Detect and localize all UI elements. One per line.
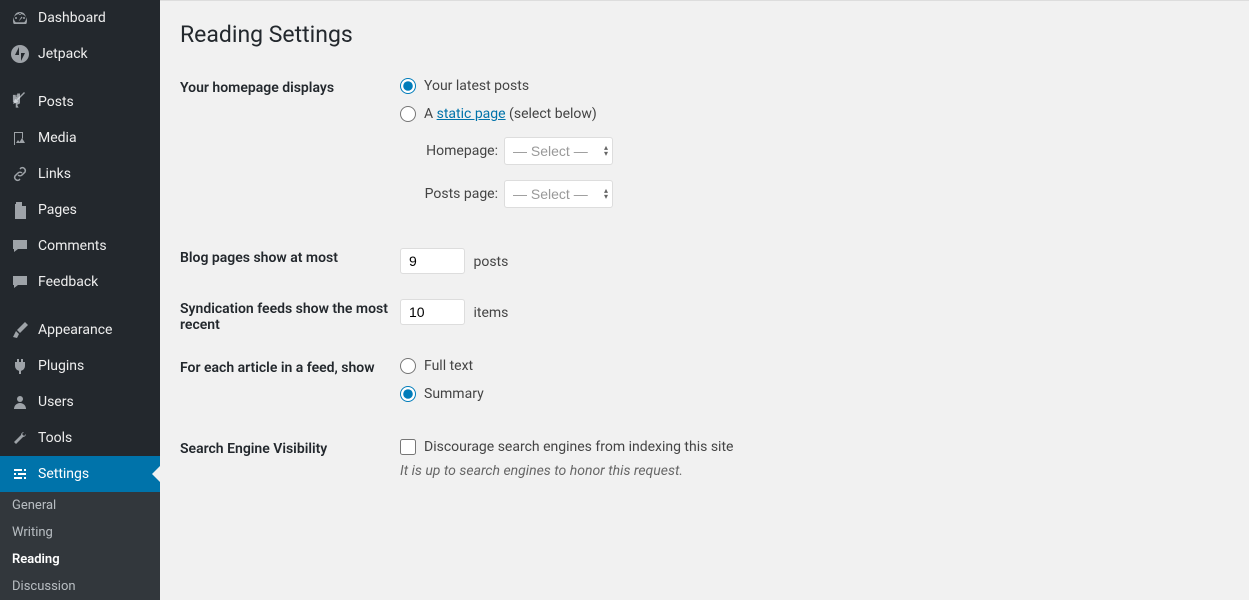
radio-full-text-label: Full text	[424, 358, 473, 374]
sidebar-item-label: Pages	[38, 202, 77, 218]
radio-latest-posts[interactable]: Your latest posts	[400, 78, 1229, 94]
main-content: Reading Settings Your homepage displays …	[160, 0, 1249, 600]
sidebar-item-label: Comments	[38, 238, 107, 254]
sidebar-item-comments[interactable]: Comments	[0, 228, 160, 264]
sidebar-item-settings[interactable]: Settings	[0, 456, 160, 492]
radio-static-page-input[interactable]	[400, 106, 416, 122]
sev-label: Search Engine Visibility	[180, 439, 400, 479]
feedback-icon	[10, 272, 30, 292]
sidebar-item-feedback[interactable]: Feedback	[0, 264, 160, 300]
page-icon	[10, 200, 30, 220]
submenu-item-writing[interactable]: Writing	[0, 519, 160, 546]
homepage-select-label: Homepage:	[418, 143, 498, 159]
settings-submenu: General Writing Reading Discussion	[0, 492, 160, 600]
submenu-item-discussion[interactable]: Discussion	[0, 573, 160, 600]
radio-summary[interactable]: Summary	[400, 386, 1229, 402]
posts-page-select[interactable]: — Select —	[504, 180, 613, 208]
sidebar-item-label: Appearance	[38, 322, 112, 338]
page-title: Reading Settings	[180, 21, 1229, 48]
sidebar-item-label: Links	[38, 166, 71, 182]
radio-summary-label: Summary	[424, 386, 484, 402]
comment-icon	[10, 236, 30, 256]
sidebar-item-label: Settings	[38, 466, 89, 482]
sidebar-item-label: Feedback	[38, 274, 98, 290]
sev-checkbox-input[interactable]	[400, 439, 416, 455]
homepage-displays-label: Your homepage displays	[180, 78, 400, 223]
sidebar-item-links[interactable]: Links	[0, 156, 160, 192]
settings-icon	[10, 464, 30, 484]
sev-description: It is up to search engines to honor this…	[400, 463, 1229, 479]
radio-static-page[interactable]: A static page (select below)	[400, 106, 1229, 122]
homepage-select[interactable]: — Select —	[504, 137, 613, 165]
sidebar-item-label: Posts	[38, 94, 74, 110]
sidebar: Dashboard Jetpack Posts Media Links	[0, 0, 160, 600]
jetpack-icon	[10, 44, 30, 64]
radio-full-text[interactable]: Full text	[400, 358, 1229, 374]
radio-static-page-prefix: A	[424, 106, 437, 122]
media-icon	[10, 128, 30, 148]
sidebar-item-label: Jetpack	[38, 46, 88, 62]
syndication-label: Syndication feeds show the most recent	[180, 299, 400, 333]
sidebar-item-label: Tools	[38, 430, 72, 446]
static-page-link[interactable]: static page	[437, 106, 506, 122]
sidebar-item-appearance[interactable]: Appearance	[0, 312, 160, 348]
sidebar-item-label: Dashboard	[38, 10, 106, 26]
article-feed-label: For each article in a feed, show	[180, 358, 400, 414]
sev-checkbox-option[interactable]: Discourage search engines from indexing …	[400, 439, 1229, 455]
syndication-input[interactable]	[400, 299, 465, 325]
sidebar-item-label: Users	[38, 394, 74, 410]
sidebar-item-pages[interactable]: Pages	[0, 192, 160, 228]
posts-page-select-label: Posts page:	[418, 186, 498, 202]
user-icon	[10, 392, 30, 412]
radio-static-page-suffix: (select below)	[506, 106, 597, 122]
sidebar-item-plugins[interactable]: Plugins	[0, 348, 160, 384]
sidebar-item-label: Media	[38, 130, 77, 146]
blog-pages-suffix: posts	[473, 254, 508, 270]
radio-latest-posts-label: Your latest posts	[424, 78, 529, 94]
brush-icon	[10, 320, 30, 340]
blog-pages-label: Blog pages show at most	[180, 248, 400, 274]
sidebar-item-media[interactable]: Media	[0, 120, 160, 156]
syndication-suffix: items	[473, 305, 508, 321]
submenu-item-general[interactable]: General	[0, 492, 160, 519]
sidebar-item-posts[interactable]: Posts	[0, 84, 160, 120]
wrench-icon	[10, 428, 30, 448]
pin-icon	[10, 92, 30, 112]
radio-full-text-input[interactable]	[400, 358, 416, 374]
sidebar-item-jetpack[interactable]: Jetpack	[0, 36, 160, 72]
sidebar-item-tools[interactable]: Tools	[0, 420, 160, 456]
radio-latest-posts-input[interactable]	[400, 78, 416, 94]
sidebar-item-dashboard[interactable]: Dashboard	[0, 0, 160, 36]
plugin-icon	[10, 356, 30, 376]
radio-summary-input[interactable]	[400, 386, 416, 402]
submenu-item-reading[interactable]: Reading	[0, 546, 160, 573]
sidebar-item-users[interactable]: Users	[0, 384, 160, 420]
sidebar-item-label: Plugins	[38, 358, 84, 374]
blog-pages-input[interactable]	[400, 248, 465, 274]
link-icon	[10, 164, 30, 184]
dashboard-icon	[10, 8, 30, 28]
sev-checkbox-label: Discourage search engines from indexing …	[424, 439, 733, 455]
